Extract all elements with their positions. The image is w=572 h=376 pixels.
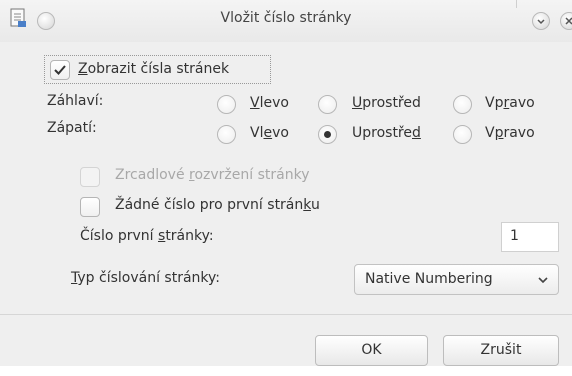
- minimize-button[interactable]: [532, 12, 550, 30]
- numbering-type-label: Typ číslování stránky:: [71, 270, 220, 286]
- no-first-page-number-label[interactable]: Žádné číslo pro první stránku: [115, 197, 320, 213]
- footer-left-label[interactable]: Vlevo: [250, 125, 289, 141]
- footer-center-label[interactable]: Uprostřed: [352, 125, 421, 141]
- header-center-label[interactable]: Uprostřed: [352, 95, 421, 111]
- chevron-down-icon: [537, 19, 545, 25]
- footer-right-radio[interactable]: [453, 125, 472, 144]
- first-page-number-input[interactable]: 1: [501, 222, 559, 252]
- numbering-type-value: Native Numbering: [365, 271, 493, 287]
- show-page-numbers-label[interactable]: Zobrazit čísla stránek: [78, 61, 229, 77]
- radio-selected-dot: [324, 131, 331, 138]
- first-page-number-label: Číslo první stránky:: [80, 228, 214, 244]
- header-center-radio[interactable]: [318, 95, 337, 114]
- mirror-layout-label: Zrcadlové rozvržení stránky: [115, 167, 310, 183]
- footer-left-radio[interactable]: [217, 125, 236, 144]
- title-bar[interactable]: Vložit číslo stránky: [0, 0, 572, 42]
- header-left-label[interactable]: Vlevo: [250, 95, 289, 111]
- no-first-page-number-checkbox[interactable]: [80, 197, 100, 217]
- ok-button[interactable]: OK: [315, 335, 428, 366]
- header-left-radio[interactable]: [217, 95, 236, 114]
- insert-page-number-dialog: Vložit číslo stránky Zobrazit čísla strá…: [0, 0, 572, 366]
- footer-center-radio[interactable]: [318, 125, 337, 144]
- window-frame-edge: [516, 0, 517, 8]
- header-label: Záhlaví:: [47, 93, 104, 109]
- footer-label: Zápatí:: [47, 120, 97, 136]
- mirror-layout-checkbox[interactable]: [80, 167, 100, 187]
- numbering-type-select[interactable]: Native Numbering: [354, 264, 559, 295]
- close-icon: [565, 17, 572, 25]
- close-button[interactable]: [560, 12, 572, 30]
- header-right-label[interactable]: Vpravo: [485, 95, 535, 111]
- checkmark-icon: [54, 65, 66, 75]
- header-right-radio[interactable]: [453, 95, 472, 114]
- footer-right-label[interactable]: Vpravo: [485, 125, 535, 141]
- cancel-button[interactable]: Zrušit: [443, 335, 559, 366]
- dialog-title: Vložit číslo stránky: [220, 10, 352, 26]
- button-separator: [0, 314, 572, 315]
- show-page-numbers-checkbox[interactable]: [50, 60, 70, 80]
- chevron-down-icon: [538, 277, 548, 284]
